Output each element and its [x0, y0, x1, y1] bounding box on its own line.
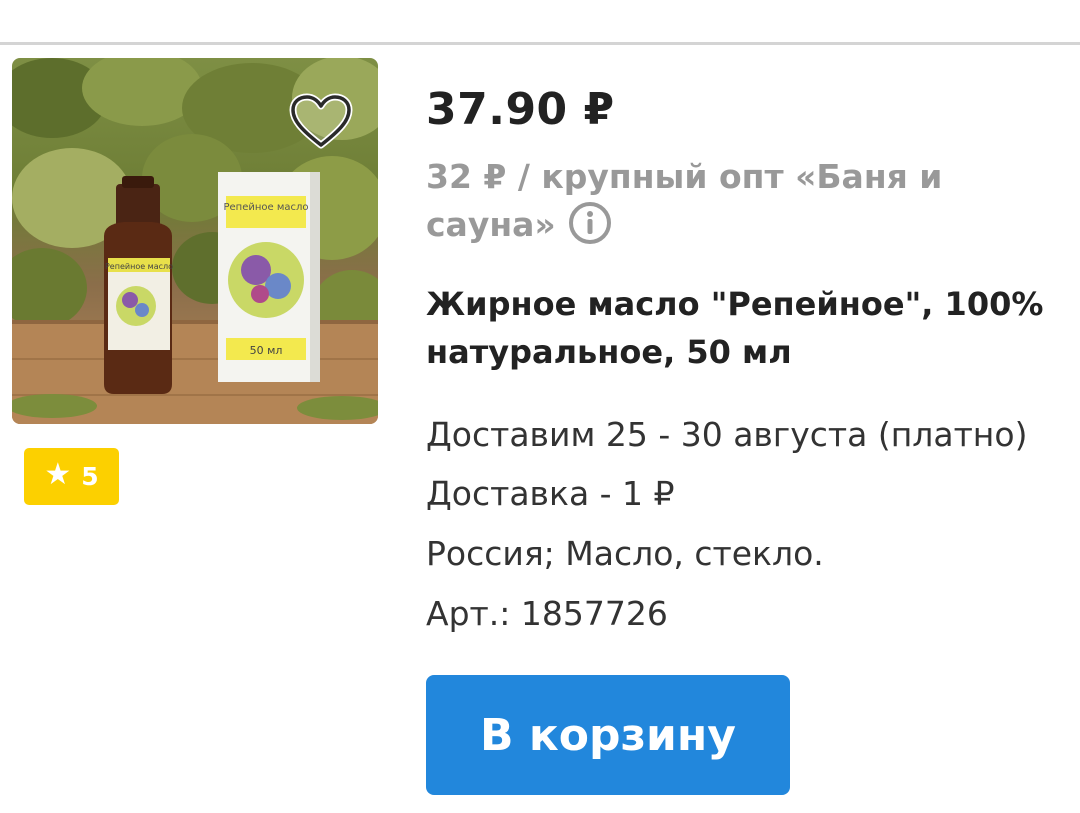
- wholesale-price: 32 ₽ / крупный опт «Баня и сауна»: [426, 153, 1036, 249]
- product-article: Арт.: 1857726: [426, 594, 668, 633]
- delivery-date: Доставим 25 - 30 августа (платно): [426, 415, 1028, 454]
- star-icon: ★: [44, 457, 72, 492]
- box-name-label: Репейное масло: [223, 202, 308, 213]
- product-card-page: Репейное масло 50 мл Репейное масло ★ 5 …: [0, 0, 1080, 813]
- delivery-cost: Доставка - 1 ₽: [426, 474, 675, 513]
- product-title[interactable]: Жирное масло "Репейное", 100% натурально…: [426, 280, 1066, 376]
- info-icon[interactable]: [568, 201, 612, 245]
- product-box: Репейное масло 50 мл: [218, 172, 320, 382]
- top-divider: [0, 42, 1080, 45]
- rating-value: 5: [81, 462, 99, 491]
- product-origin: Россия; Масло, стекло.: [426, 534, 824, 573]
- box-volume-label: 50 мл: [250, 344, 283, 357]
- rating-badge: ★ 5: [24, 448, 119, 505]
- heart-icon: [289, 93, 353, 149]
- product-price: 37.90 ₽: [426, 84, 615, 135]
- wholesale-price-text: 32 ₽ / крупный опт «Баня и сауна»: [426, 157, 943, 244]
- add-to-cart-button[interactable]: В корзину: [426, 675, 790, 795]
- favorite-button[interactable]: [286, 90, 356, 154]
- bottle-name-label: Репейное масло: [105, 262, 173, 271]
